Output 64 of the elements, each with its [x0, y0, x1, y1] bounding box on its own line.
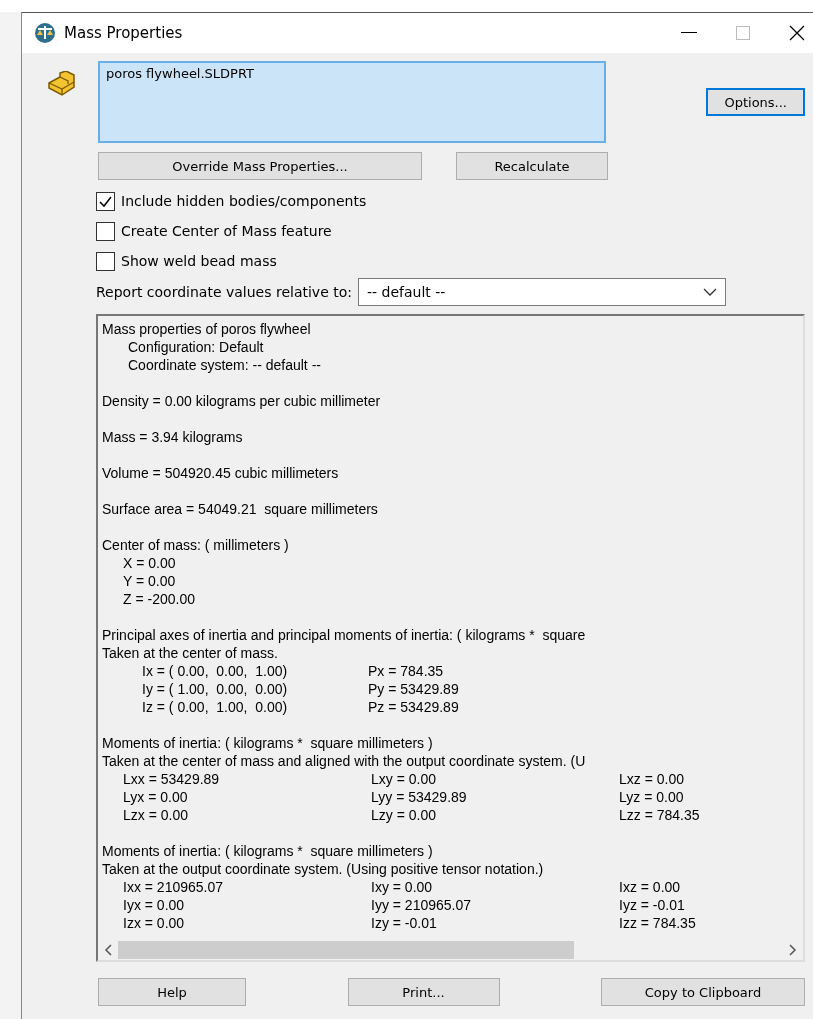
result-line: Moments of inertia: ( kilograms * square millimeters ) [102, 842, 434, 860]
result-value: Lzx = 0.00 [123, 806, 189, 824]
window-title: Mass Properties [64, 24, 184, 42]
help-button[interactable]: Help [98, 978, 246, 1006]
result-value: Iyx = 0.00 [123, 896, 186, 914]
result-value: Lyz = 0.00 [619, 788, 685, 806]
result-value: Lzy = 0.00 [371, 806, 437, 824]
scroll-thumb[interactable] [118, 941, 574, 959]
result-line: Mass = 3.94 kilograms [102, 428, 244, 446]
result-line: Coordinate system: -- default -- [127, 356, 322, 374]
checkbox-label: Show weld bead mass [121, 253, 277, 269]
result-value: Lyy = 53429.89 [371, 788, 468, 806]
close-icon [789, 25, 805, 41]
result-line: Taken at the output coordinate system. (Using positive tensor notation.) [102, 860, 545, 878]
result-line: Density = 0.00 kilograms per cubic millimeter [102, 392, 382, 410]
result-value: Iyy = 210965.07 [371, 896, 473, 914]
result-line: Taken at the center of mass. [102, 644, 279, 662]
result-value: Izy = -0.01 [371, 914, 438, 932]
scale-icon [34, 23, 56, 43]
result-value: Py = 53429.89 [368, 680, 460, 698]
result-line: Volume = 504920.45 cubic millimeters [102, 464, 340, 482]
chevron-down-icon [703, 288, 717, 296]
coordinate-dropdown[interactable]: -- default -- [358, 278, 726, 306]
result-line: Surface area = 54049.21 square millimeters [102, 500, 379, 518]
result-value: Iy = ( 1.00, 0.00, 0.00) [142, 680, 289, 698]
result-value: Lyx = 0.00 [123, 788, 189, 806]
result-value: Lxz = 0.00 [619, 770, 685, 788]
result-value: X = 0.00 [123, 554, 177, 572]
result-value: Px = 784.35 [368, 662, 445, 680]
result-line: Center of mass: ( millimeters ) [102, 536, 290, 554]
result-value: Lzz = 784.35 [619, 806, 701, 824]
result-line: Taken at the center of mass and aligned with the output coordinate system. (U [102, 752, 587, 770]
maximize-icon [736, 26, 750, 40]
options-button[interactable]: Options... [706, 88, 805, 116]
result-value: Ixy = 0.00 [371, 878, 434, 896]
result-value: Izz = 784.35 [619, 914, 697, 932]
print-button[interactable]: Print... [347, 978, 500, 1006]
result-value: Y = 0.00 [123, 572, 177, 590]
result-value: Lxy = 0.00 [371, 770, 437, 788]
result-value: Iz = ( 0.00, 1.00, 0.00) [142, 698, 289, 716]
result-value: Ixx = 210965.07 [123, 878, 225, 896]
result-value: Ix = ( 0.00, 0.00, 1.00) [142, 662, 289, 680]
coordinate-label: Report coordinate values relative to: [96, 284, 352, 300]
result-value: Izx = 0.00 [123, 914, 186, 932]
override-button[interactable]: Override Mass Properties... [98, 152, 422, 180]
result-value: Lxx = 53429.89 [123, 770, 221, 788]
result-line: Moments of inertia: ( kilograms * square millimeters ) [102, 734, 434, 752]
selection-list[interactable]: poros flywheel.SLDPRT [98, 61, 606, 143]
recalculate-button[interactable]: Recalculate [456, 152, 608, 180]
result-line: Principal axes of inertia and principal moments of inertia: ( kilograms * square [102, 626, 587, 644]
result-value: Pz = 53429.89 [368, 698, 460, 716]
result-value: Z = -200.00 [123, 590, 196, 608]
minimize-icon [681, 32, 697, 34]
checkbox-label: Create Center of Mass feature [121, 223, 332, 239]
result-line: Configuration: Default [127, 338, 265, 356]
result-value: Iyz = -0.01 [619, 896, 686, 914]
checkbox[interactable] [96, 221, 115, 241]
copy-button[interactable]: Copy to Clipboard [601, 978, 805, 1006]
result-value: Ixz = 0.00 [619, 878, 682, 896]
checkbox[interactable] [96, 251, 115, 271]
checkbox[interactable] [96, 191, 115, 211]
part-icon [46, 71, 78, 97]
checkbox-label: Include hidden bodies/components [121, 193, 367, 209]
result-line: Mass properties of poros flywheel [102, 320, 312, 338]
